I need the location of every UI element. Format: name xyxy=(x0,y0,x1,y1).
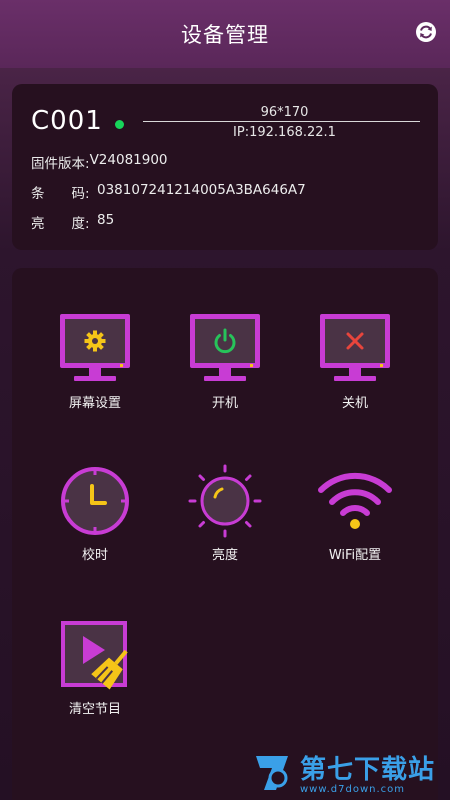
watermark-title: 第七下载站 xyxy=(300,755,436,785)
clear-program-button[interactable]: 清空节目 xyxy=(40,618,150,717)
wifi-config-button[interactable]: WiFi配置 xyxy=(300,464,410,563)
power-on-icon xyxy=(190,314,260,381)
watermark-logo-icon xyxy=(256,756,288,790)
app-header: 设备管理 xyxy=(0,0,450,68)
device-id: C001 xyxy=(31,106,103,136)
power-off-icon xyxy=(320,314,390,381)
function-label: 关机 xyxy=(341,396,368,411)
wifi-icon xyxy=(318,472,392,529)
screen-settings-icon xyxy=(60,314,130,381)
brightness-icon xyxy=(188,464,262,538)
divider xyxy=(143,121,420,122)
device-resolution: 96*170 xyxy=(260,105,309,120)
clear-program-icon xyxy=(61,621,128,690)
brightness-button[interactable]: 亮度 xyxy=(170,464,280,563)
refresh-icon xyxy=(416,22,436,42)
firmware-value: V24081900 xyxy=(89,152,168,168)
device-ip: IP:192.168.22.1 xyxy=(233,125,336,140)
firmware-label: 固件版本: xyxy=(31,156,90,172)
function-label: 校时 xyxy=(81,548,108,563)
function-label: 亮度 xyxy=(211,548,238,563)
function-label: WiFi配置 xyxy=(328,548,382,563)
time-sync-button[interactable]: 校时 xyxy=(40,464,150,563)
device-info-card[interactable]: C001 96*170 IP:192.168.22.1 固件版本: V24081… xyxy=(12,84,438,250)
refresh-button[interactable] xyxy=(414,20,438,44)
screen-settings-button[interactable]: 屏幕设置 xyxy=(40,312,150,411)
barcode-row: 条 码: 038107241214005A3BA646A7 xyxy=(31,182,306,202)
firmware-row: 固件版本: V24081900 xyxy=(31,152,168,172)
watermark: 第七下载站 www.d7down.com xyxy=(252,746,448,798)
power-off-button[interactable]: 关机 xyxy=(300,312,410,411)
function-label: 清空节目 xyxy=(68,702,121,717)
brightness-label: 亮 度: xyxy=(31,216,90,232)
watermark-url: www.d7down.com xyxy=(300,784,406,795)
online-status-dot xyxy=(115,120,124,129)
barcode-label: 条 码: xyxy=(31,186,90,202)
functions-card: 屏幕设置 开机 关机 校时 亮度 WiFi配置 清空节目 xyxy=(12,268,438,800)
power-on-button[interactable]: 开机 xyxy=(170,312,280,411)
brightness-row: 亮 度: 85 xyxy=(31,212,114,232)
clock-icon xyxy=(61,467,129,535)
brightness-value: 85 xyxy=(97,212,115,228)
barcode-value: 038107241214005A3BA646A7 xyxy=(97,182,306,198)
page-title: 设备管理 xyxy=(181,23,269,47)
function-label: 屏幕设置 xyxy=(68,396,121,411)
function-label: 开机 xyxy=(211,396,238,411)
